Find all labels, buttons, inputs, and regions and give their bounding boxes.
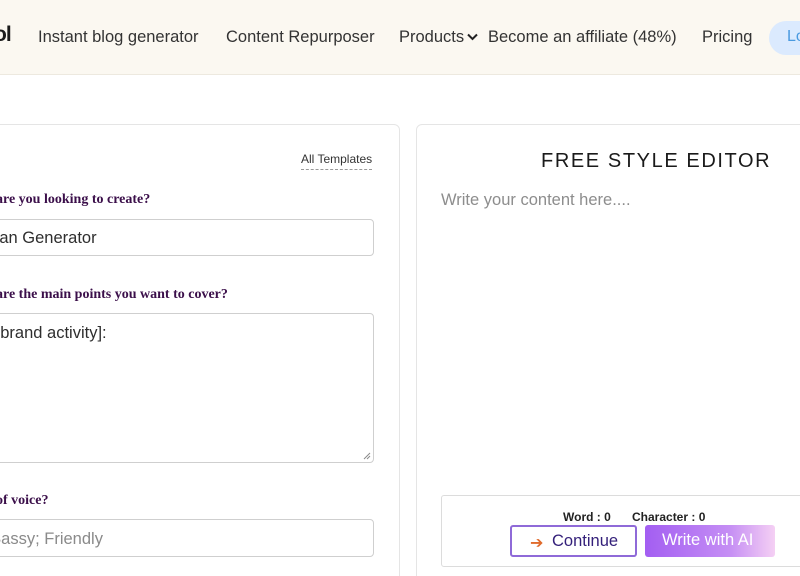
continue-button[interactable]: ➔ Continue xyxy=(510,525,637,557)
main-points-textarea-value: ur brand activity]: xyxy=(0,324,107,342)
word-count: Word : 0 xyxy=(563,510,611,524)
nav-link-affiliate[interactable]: Become an affiliate (48%) xyxy=(488,28,677,47)
character-count: Character : 0 xyxy=(632,510,706,524)
login-button[interactable]: Lo xyxy=(769,21,800,55)
create-type-input-value: ogan Generator xyxy=(0,229,97,247)
editor-title: FREE STYLE EDITOR xyxy=(541,150,772,172)
arrow-right-icon: ➔ xyxy=(530,535,544,552)
create-type-input[interactable]: ogan Generator xyxy=(0,219,374,256)
chevron-down-icon xyxy=(467,33,478,41)
question-label-main-points: are the main points you want to cover? xyxy=(0,287,228,302)
tone-input[interactable]: . Sassy; Friendly xyxy=(0,519,374,557)
question-label-tone: of voice? xyxy=(0,493,49,508)
nav-link-products[interactable]: Products xyxy=(399,28,478,47)
all-templates-link[interactable]: All Templates xyxy=(301,152,373,170)
main-points-textarea[interactable]: ur brand activity]: xyxy=(0,313,374,463)
continue-button-label: Continue xyxy=(552,532,619,550)
question-label-create: are you looking to create? xyxy=(0,192,151,207)
write-with-ai-button-label: Write with AI xyxy=(662,531,754,549)
top-navigation: ol Instant blog generator Content Repurp… xyxy=(0,0,800,75)
nav-link-content-repurposer[interactable]: Content Repurposer xyxy=(226,28,375,47)
tone-input-placeholder: . Sassy; Friendly xyxy=(0,530,103,548)
write-with-ai-button[interactable]: Write with AI xyxy=(645,525,775,557)
editor-content-area[interactable]: Write your content here.... xyxy=(441,191,631,210)
nav-link-pricing[interactable]: Pricing xyxy=(702,28,752,47)
brand-logo[interactable]: ol xyxy=(0,23,12,47)
resize-handle-icon[interactable] xyxy=(362,451,371,460)
nav-link-instant-blog-generator[interactable]: Instant blog generator xyxy=(38,28,199,47)
nav-link-products-label: Products xyxy=(399,28,465,46)
